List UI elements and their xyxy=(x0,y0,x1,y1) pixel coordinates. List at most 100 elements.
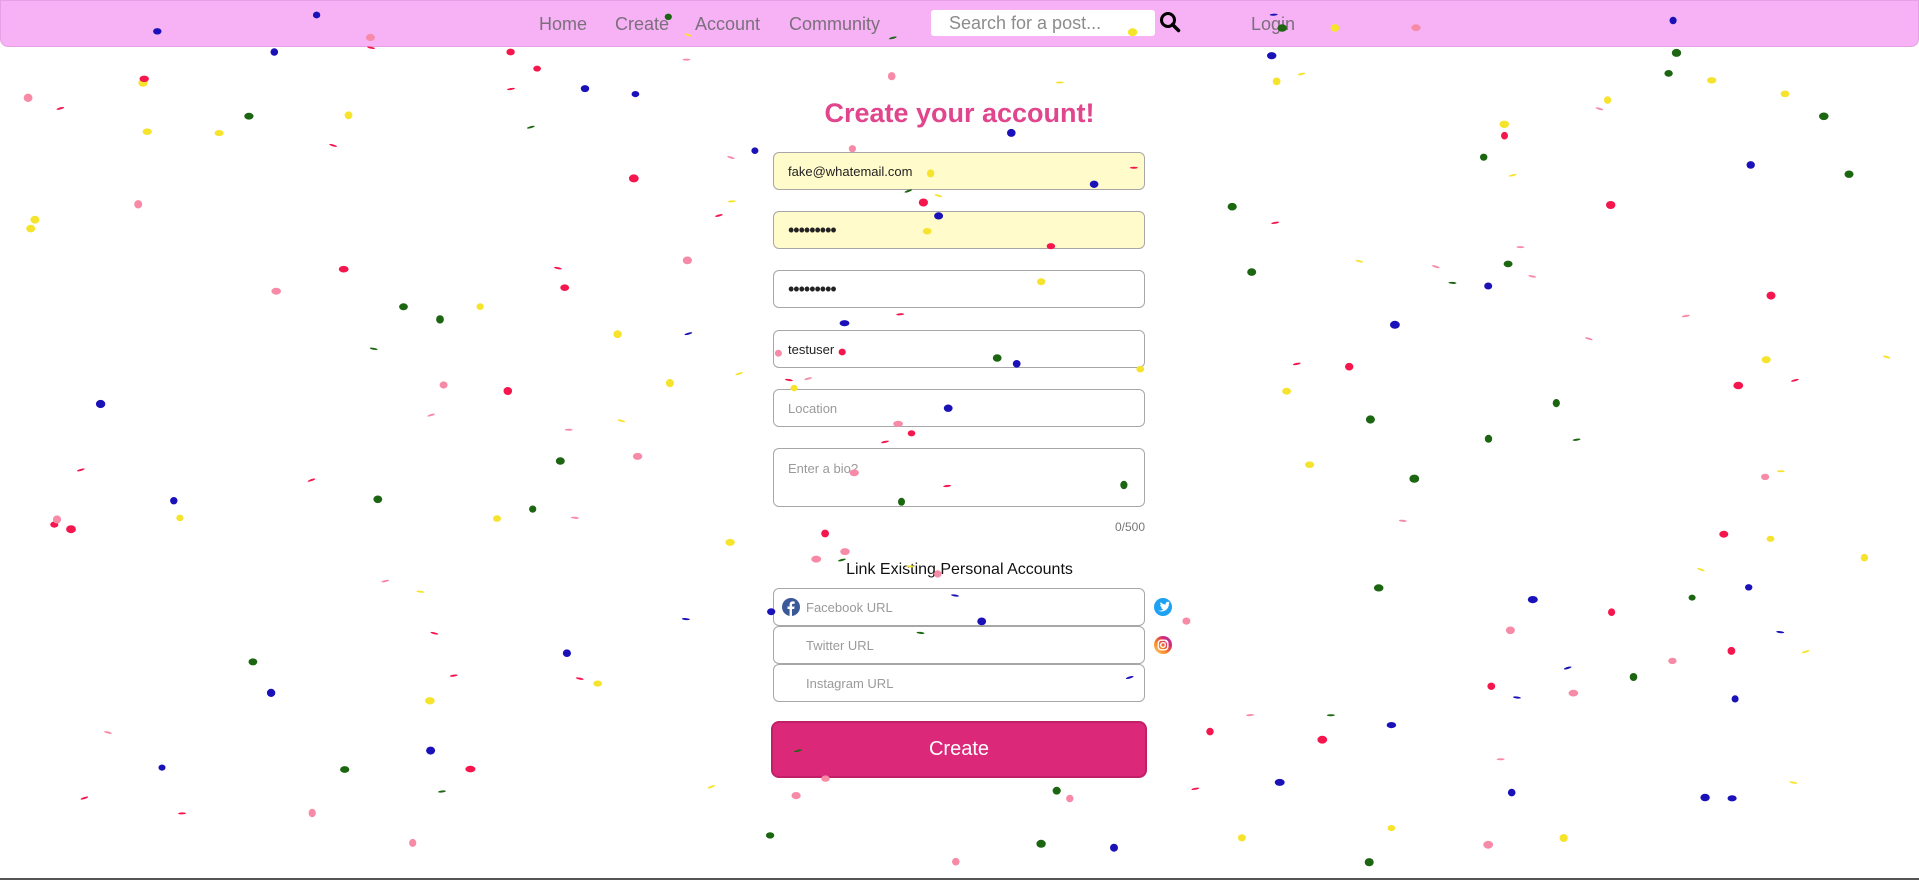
confetti-piece xyxy=(1608,608,1616,616)
confetti-piece xyxy=(214,130,224,137)
confetti-piece xyxy=(26,224,36,233)
email-field[interactable] xyxy=(773,152,1145,190)
confetti-piece xyxy=(1355,259,1364,263)
confetti-piece xyxy=(1761,473,1770,481)
confetti-piece xyxy=(1572,438,1581,441)
nav-account-link[interactable]: Account xyxy=(695,14,760,34)
confetti-piece xyxy=(887,72,896,81)
confetti-piece xyxy=(1508,174,1517,177)
confetti-piece xyxy=(1688,594,1696,601)
password-field[interactable] xyxy=(773,211,1145,249)
confetti-piece xyxy=(725,538,735,546)
confetti-piece xyxy=(1801,650,1810,654)
facebook-url-field[interactable] xyxy=(773,588,1145,626)
confetti-piece xyxy=(142,128,152,135)
confetti-piece xyxy=(399,303,408,311)
confetti-piece xyxy=(409,838,417,847)
confetti-piece xyxy=(1390,320,1400,329)
confirm-password-field[interactable] xyxy=(773,270,1145,308)
nav-create-link[interactable]: Create xyxy=(615,14,669,34)
confetti-piece xyxy=(436,315,444,324)
confetti-piece xyxy=(1733,381,1744,390)
confetti-piece xyxy=(248,658,258,666)
confetti-piece xyxy=(427,413,435,417)
confetti-piece xyxy=(1206,727,1214,736)
confetti-piece xyxy=(373,495,383,504)
confetti-piece xyxy=(438,790,446,793)
confetti-piece xyxy=(1844,170,1854,178)
confetti-piece xyxy=(1791,378,1799,382)
confetti-piece xyxy=(381,579,390,583)
confetti-piece xyxy=(178,812,187,815)
confetti-piece xyxy=(1707,77,1717,84)
confetti-piece xyxy=(1182,617,1191,625)
confetti-piece xyxy=(1719,530,1729,538)
confetti-piece xyxy=(1882,355,1891,359)
confetti-piece xyxy=(881,440,889,444)
twitter-icon[interactable] xyxy=(1154,598,1172,616)
confetti-piece xyxy=(1731,695,1739,703)
confetti-piece xyxy=(1668,657,1677,665)
confetti-piece xyxy=(1483,840,1494,849)
confetti-piece xyxy=(507,87,515,91)
instagram-icon[interactable] xyxy=(1154,636,1172,654)
nav-login-link[interactable]: Login xyxy=(1251,14,1295,34)
confetti-piece xyxy=(1606,201,1616,209)
confetti-piece xyxy=(266,688,276,698)
confetti-piece xyxy=(1664,70,1673,77)
confetti-piece xyxy=(821,529,829,538)
confetti-piece xyxy=(1305,461,1315,469)
confetti-piece xyxy=(681,618,690,621)
instagram-url-field[interactable] xyxy=(773,664,1145,702)
confetti-piece xyxy=(369,347,378,351)
confetti-piece xyxy=(1373,584,1384,592)
confetti-piece xyxy=(1766,535,1775,542)
confetti-piece xyxy=(1776,470,1785,473)
link-accounts-heading: Link Existing Personal Accounts xyxy=(846,561,1073,578)
confetti-piece xyxy=(1776,630,1785,634)
confetti-piece xyxy=(1191,787,1200,791)
confetti-piece xyxy=(1780,90,1790,98)
confetti-piece xyxy=(76,468,85,472)
search-icon[interactable] xyxy=(1159,11,1181,33)
confetti-piece xyxy=(1503,260,1513,268)
confetti-piece xyxy=(555,457,565,465)
username-field[interactable] xyxy=(773,330,1145,368)
confetti-piece xyxy=(562,649,572,657)
confetti-piece xyxy=(1681,314,1690,318)
twitter-url-field[interactable] xyxy=(773,626,1145,664)
confetti-piece xyxy=(439,381,448,389)
confetti-piece xyxy=(139,75,149,83)
bio-field[interactable] xyxy=(773,448,1145,507)
search-input[interactable] xyxy=(931,10,1155,36)
confetti-piece xyxy=(134,200,143,209)
confetti-piece xyxy=(503,387,513,395)
confetti-piece xyxy=(952,857,960,866)
confetti-piece xyxy=(1448,281,1457,284)
nav-home-link[interactable]: Home xyxy=(539,14,587,34)
confetti-piece xyxy=(765,832,775,839)
confetti-piece xyxy=(918,198,929,207)
confetti-piece xyxy=(1671,48,1682,57)
confetti-piece xyxy=(1326,714,1335,717)
nav-community-link[interactable]: Community xyxy=(789,14,880,34)
confetti-piece xyxy=(1237,834,1246,842)
bio-character-counter: 0/500 xyxy=(1114,520,1145,534)
confetti-piece xyxy=(506,48,515,56)
confetti-piece xyxy=(560,284,570,292)
confetti-piece xyxy=(338,265,349,273)
confetti-piece xyxy=(727,200,736,203)
confetti-piece xyxy=(580,85,590,93)
confetti-piece xyxy=(715,214,723,217)
confetti-piece xyxy=(170,497,178,505)
confetti-piece xyxy=(564,428,573,431)
confetti-piece xyxy=(907,430,916,437)
confetti-piece xyxy=(1761,356,1771,364)
location-field[interactable] xyxy=(773,389,1145,427)
confetti-piece xyxy=(1387,825,1396,832)
confetti-piece xyxy=(1386,722,1397,729)
confetti-piece xyxy=(1271,221,1280,225)
confetti-piece xyxy=(1110,843,1118,852)
navbar: Home Create Account Community Login xyxy=(0,0,1919,47)
create-button[interactable]: Create xyxy=(771,721,1147,778)
